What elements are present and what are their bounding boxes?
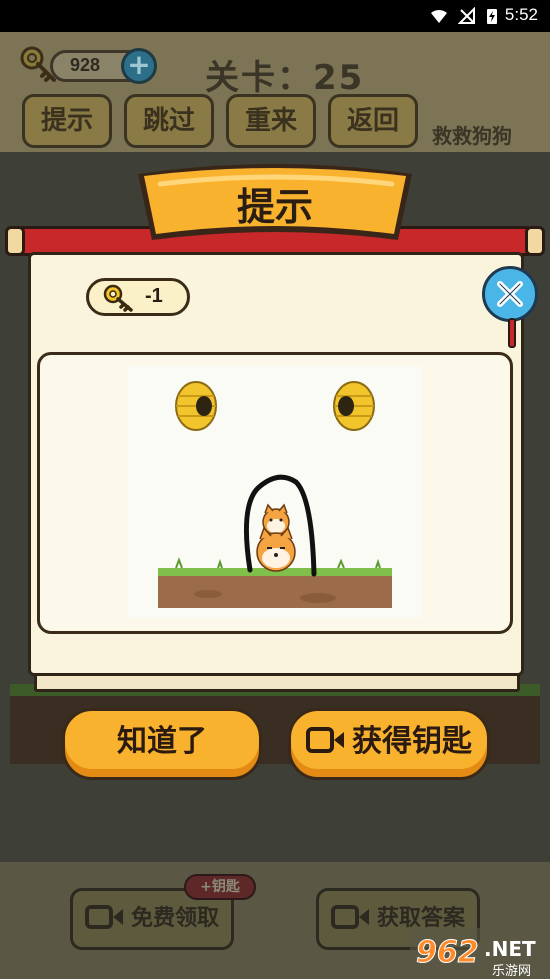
key-icon [20, 46, 56, 82]
battery-charging-icon [487, 9, 497, 24]
status-bar: 5:52 [0, 0, 550, 32]
video-camera-icon [85, 905, 123, 929]
key-icon [103, 284, 133, 312]
skip-button[interactable]: 跳过 [124, 94, 214, 148]
level-label: 关卡：25 [205, 58, 365, 98]
key-cost-pill: -1 [86, 278, 190, 316]
beehive-right [333, 381, 375, 431]
video-camera-icon [306, 726, 344, 753]
key-count: 928 [70, 55, 101, 75]
free-claim-label: 免费领取 [131, 906, 220, 931]
video-camera-icon [331, 905, 369, 929]
clock: 5:52 [504, 5, 538, 24]
svg-text:.NET: .NET [484, 937, 536, 961]
key-counter: 928 + [18, 44, 158, 88]
dog-large [256, 526, 296, 572]
key-cost: -1 [145, 285, 163, 307]
signal-off-icon [458, 7, 475, 24]
beehive-left [175, 381, 217, 431]
svg-text:乐游网: 乐游网 [492, 964, 531, 979]
get-key-button[interactable]: 获得钥匙 [288, 708, 490, 780]
get-key-label: 获得钥匙 [352, 724, 472, 759]
tassel [508, 318, 516, 348]
wifi-icon [431, 9, 447, 23]
got-it-button[interactable]: 知道了 [62, 708, 262, 780]
plus-key-badge: +钥匙 [184, 874, 256, 900]
scroll-rod-end-right [525, 226, 545, 256]
restart-button[interactable]: 重来 [226, 94, 316, 148]
add-keys-button[interactable]: + [121, 48, 157, 84]
game-title: 救救狗狗 [432, 124, 512, 148]
scroll-rod-end-left [5, 226, 25, 256]
svg-text:962: 962 [416, 935, 479, 970]
close-button[interactable] [482, 266, 538, 322]
close-icon [497, 281, 523, 307]
back-button[interactable]: 返回 [328, 94, 418, 148]
hint-solution-image [128, 366, 422, 618]
hint-button[interactable]: 提示 [22, 94, 112, 148]
dialog-title: 提示 [236, 185, 313, 229]
site-watermark-logo: 962 .NET 乐游网 [410, 928, 550, 979]
